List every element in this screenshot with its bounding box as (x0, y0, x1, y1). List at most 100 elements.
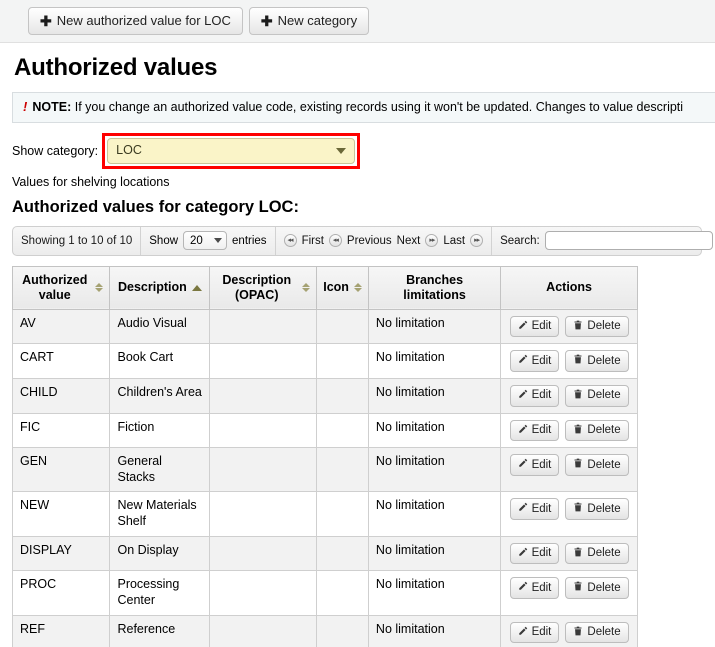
new-authorized-value-button[interactable]: ✚ New authorized value for LOC (28, 7, 243, 35)
column-header-description[interactable]: Description (110, 266, 210, 309)
edit-label: Edit (532, 459, 552, 472)
cell-icon (317, 571, 369, 615)
cell-description-opac (210, 615, 317, 647)
last-page-button[interactable]: Last (443, 235, 465, 247)
edit-label: Edit (532, 320, 552, 333)
first-page-icon[interactable]: ◂◂ (284, 234, 297, 247)
cell-actions: Edit Delete (501, 378, 638, 413)
cell-icon (317, 492, 369, 536)
next-page-button[interactable]: Next (397, 235, 421, 247)
category-select[interactable]: LOC (107, 138, 355, 164)
delete-label: Delete (587, 547, 620, 560)
column-label: Description (118, 280, 187, 295)
column-header-authorized-value[interactable]: Authorized value (13, 266, 110, 309)
next-page-icon[interactable]: ▸▸ (425, 234, 438, 247)
plus-icon: ✚ (261, 14, 273, 28)
note-banner: !NOTE: If you change an authorized value… (12, 92, 715, 123)
authorized-values-table: Authorized value Description Description… (12, 266, 638, 647)
cell-description: Reference (110, 615, 210, 647)
cell-authorized-value: PROC (13, 571, 110, 615)
cell-description-opac (210, 309, 317, 344)
chevron-down-icon (214, 238, 222, 243)
edit-label: Edit (532, 503, 552, 516)
column-label: Authorized value (19, 273, 90, 303)
edit-label: Edit (532, 389, 552, 402)
edit-label: Edit (532, 424, 552, 437)
table-header-row: Authorized value Description Description… (13, 266, 638, 309)
delete-button[interactable]: Delete (565, 316, 628, 338)
search-control: Search: (492, 227, 715, 255)
delete-button[interactable]: Delete (565, 543, 628, 565)
column-header-branches-limitations: Branches limitations (368, 266, 500, 309)
page-length-select[interactable]: 20 (183, 231, 227, 250)
cell-description-opac (210, 413, 317, 448)
trash-icon (573, 458, 583, 472)
new-authorized-value-label: New authorized value for LOC (57, 14, 231, 28)
cell-description-opac (210, 536, 317, 571)
delete-button[interactable]: Delete (565, 622, 628, 644)
edit-button[interactable]: Edit (510, 498, 560, 520)
delete-label: Delete (587, 355, 620, 368)
show-label: Show (149, 235, 178, 247)
edit-button[interactable]: Edit (510, 454, 560, 476)
sort-ascending-icon (192, 285, 202, 291)
page-title: Authorized values (14, 54, 715, 82)
delete-button[interactable]: Delete (565, 454, 628, 476)
pencil-icon (518, 547, 528, 561)
cell-actions: Edit Delete (501, 536, 638, 571)
pencil-icon (518, 424, 528, 438)
delete-label: Delete (587, 503, 620, 516)
sort-both-icon (302, 283, 310, 292)
cell-authorized-value: FIC (13, 413, 110, 448)
pencil-icon (518, 458, 528, 472)
note-text: If you change an authorized value code, … (75, 100, 683, 114)
new-category-button[interactable]: ✚ New category (249, 7, 369, 35)
cell-description: Audio Visual (110, 309, 210, 344)
table-row: PROCProcessing CenterNo limitationEditDe… (13, 571, 638, 615)
pencil-icon (518, 320, 528, 334)
page-length-value: 20 (190, 235, 203, 247)
cell-description-opac (210, 571, 317, 615)
table-row: CARTBook CartNo limitationEditDelete (13, 344, 638, 379)
pencil-icon (518, 389, 528, 403)
cell-actions: Edit Delete (501, 413, 638, 448)
column-header-description-opac[interactable]: Description (OPAC) (210, 266, 317, 309)
cell-authorized-value: REF (13, 615, 110, 647)
trash-icon (573, 502, 583, 516)
sort-both-icon (354, 283, 362, 292)
edit-button[interactable]: Edit (510, 385, 560, 407)
cell-description-opac (210, 344, 317, 379)
previous-page-icon[interactable]: ◂◂ (329, 234, 342, 247)
delete-button[interactable]: Delete (565, 385, 628, 407)
cell-branches-limitations: No limitation (368, 378, 500, 413)
cell-authorized-value: DISPLAY (13, 536, 110, 571)
delete-button[interactable]: Delete (565, 498, 628, 520)
last-page-icon[interactable]: ▸▸ (470, 234, 483, 247)
edit-label: Edit (532, 547, 552, 560)
edit-button[interactable]: Edit (510, 316, 560, 338)
column-header-icon[interactable]: Icon (317, 266, 369, 309)
pencil-icon (518, 626, 528, 640)
edit-button[interactable]: Edit (510, 350, 560, 372)
first-page-button[interactable]: First (302, 235, 324, 247)
cell-branches-limitations: No limitation (368, 309, 500, 344)
table-row: AVAudio VisualNo limitationEditDelete (13, 309, 638, 344)
cell-description: New Materials Shelf (110, 492, 210, 536)
table-header: Authorized value Description Description… (13, 266, 638, 309)
edit-button[interactable]: Edit (510, 622, 560, 644)
cell-actions: Edit Delete (501, 344, 638, 379)
delete-button[interactable]: Delete (565, 577, 628, 599)
edit-button[interactable]: Edit (510, 543, 560, 565)
previous-page-button[interactable]: Previous (347, 235, 392, 247)
cell-actions: Edit Delete (501, 309, 638, 344)
edit-button[interactable]: Edit (510, 420, 560, 442)
column-label: Branches limitations (375, 273, 494, 303)
trash-icon (573, 320, 583, 334)
column-header-actions: Actions (501, 266, 638, 309)
delete-button[interactable]: Delete (565, 420, 628, 442)
cell-branches-limitations: No limitation (368, 448, 500, 492)
search-input[interactable] (545, 231, 713, 250)
delete-button[interactable]: Delete (565, 350, 628, 372)
cell-actions: EditDelete (501, 615, 638, 647)
edit-button[interactable]: Edit (510, 577, 560, 599)
